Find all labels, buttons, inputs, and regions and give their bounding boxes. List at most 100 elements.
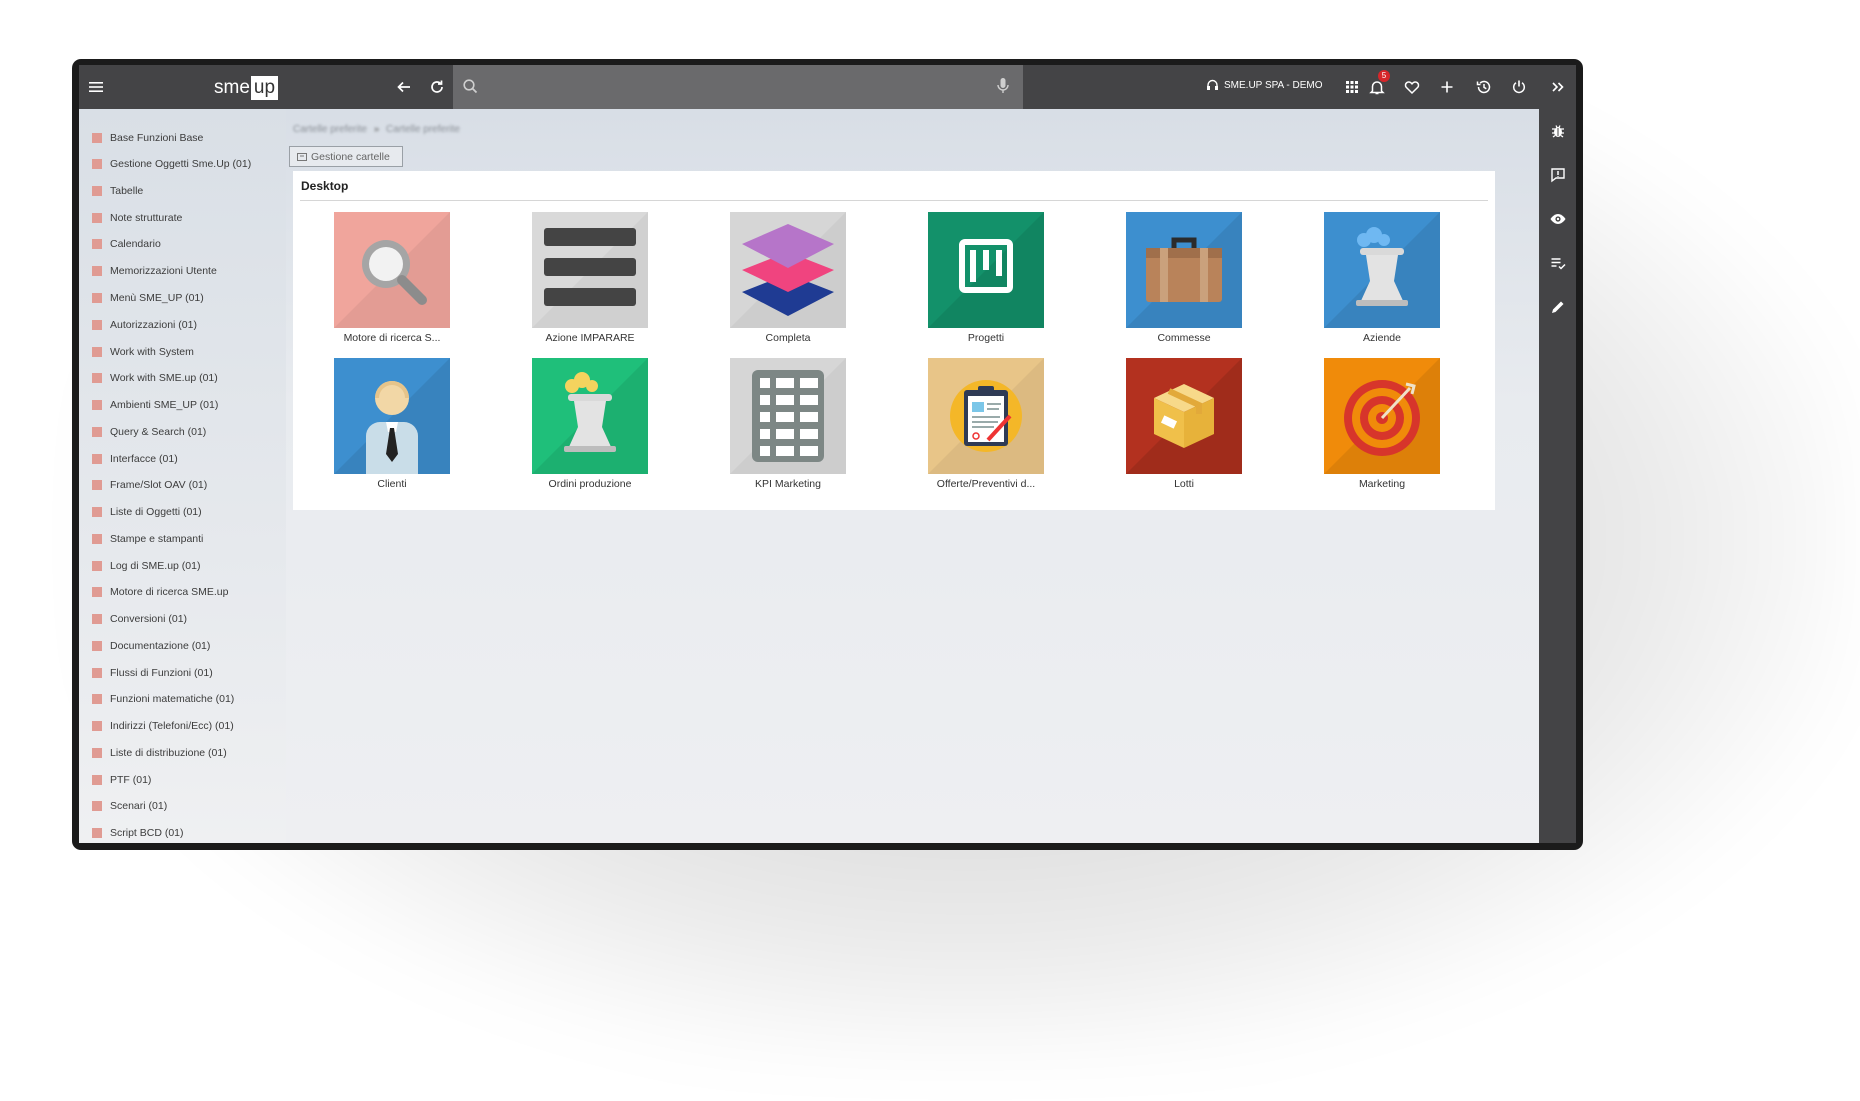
desktop-tile[interactable]: Motore di ricerca S... bbox=[307, 212, 477, 344]
tile-label: Clienti bbox=[377, 478, 407, 490]
sidebar-item[interactable]: Tabelle bbox=[92, 184, 143, 198]
sidebar-item[interactable]: Menù SME_UP (01) bbox=[92, 291, 204, 305]
folder-marker-icon bbox=[92, 561, 102, 571]
folder-marker-icon bbox=[92, 748, 102, 758]
sidebar-item[interactable]: Gestione Oggetti Sme.Up (01) bbox=[92, 157, 251, 171]
folder-marker-icon bbox=[92, 668, 102, 678]
headset-icon bbox=[1207, 79, 1218, 90]
sidebar-item[interactable]: Documentazione (01) bbox=[92, 639, 210, 653]
tile-label: Lotti bbox=[1174, 478, 1194, 490]
person-icon bbox=[334, 358, 450, 474]
folder-marker-icon bbox=[92, 427, 102, 437]
sidebar-item[interactable]: Script BCD (01) bbox=[92, 826, 184, 840]
desktop-tile[interactable]: Marketing bbox=[1297, 358, 1467, 490]
sidebar-item[interactable]: Calendario bbox=[92, 237, 161, 251]
heart-favorites-icon[interactable] bbox=[1403, 78, 1421, 96]
sidebar-item[interactable]: Work with SME.up (01) bbox=[92, 371, 218, 385]
folder-marker-icon bbox=[92, 775, 102, 785]
folder-marker-icon bbox=[92, 828, 102, 838]
panel-title: Desktop bbox=[301, 179, 349, 193]
desktop-tile[interactable]: KPI Marketing bbox=[703, 358, 873, 490]
smeup-logo[interactable]: sme up bbox=[214, 75, 279, 101]
power-icon[interactable] bbox=[1510, 78, 1528, 96]
tile-label: Completa bbox=[765, 332, 811, 344]
folder-marker-icon bbox=[92, 239, 102, 249]
checklist-icon[interactable] bbox=[1549, 254, 1567, 272]
sidebar-item[interactable]: Stampe e stampanti bbox=[92, 532, 203, 546]
pencil-edit-icon[interactable] bbox=[1549, 298, 1567, 316]
desktop-tile[interactable]: Offerte/Preventivi d... bbox=[901, 358, 1071, 490]
panel-divider bbox=[300, 200, 1488, 201]
sidebar-item[interactable]: Query & Search (01) bbox=[92, 425, 206, 439]
sidebar-item[interactable]: Flussi di Funzioni (01) bbox=[92, 666, 213, 680]
magnifier-icon bbox=[334, 212, 450, 328]
sidebar-item[interactable]: Note strutturate bbox=[92, 211, 182, 225]
folder-marker-icon bbox=[92, 801, 102, 811]
sidebar-item[interactable]: Funzioni matematiche (01) bbox=[92, 692, 234, 706]
search-input[interactable] bbox=[483, 73, 987, 103]
sidebar-item[interactable]: Motore di ricerca SME.up bbox=[92, 585, 228, 599]
breadcrumb-item[interactable]: Cartelle preferite bbox=[293, 124, 367, 135]
refresh-icon[interactable] bbox=[428, 78, 446, 96]
desktop-tile[interactable]: Commesse bbox=[1099, 212, 1269, 344]
sidebar-item[interactable]: Work with System bbox=[92, 345, 194, 359]
desktop-tile[interactable]: Azione IMPARARE bbox=[505, 212, 675, 344]
sidebar-item[interactable]: Frame/Slot OAV (01) bbox=[92, 478, 207, 492]
desktop-tile[interactable]: Aziende bbox=[1297, 212, 1467, 344]
sidebar-menu: Base Funzioni Base Gestione Oggetti Sme.… bbox=[79, 109, 286, 843]
hamburger-menu-icon[interactable] bbox=[88, 79, 104, 95]
logo-text-sme: sme bbox=[214, 77, 250, 98]
search-icon bbox=[463, 79, 478, 94]
folder-marker-icon bbox=[92, 454, 102, 464]
folder-marker-icon bbox=[92, 266, 102, 276]
sidebar-item[interactable]: Liste di distribuzione (01) bbox=[92, 746, 227, 760]
desktop-tile[interactable]: Lotti bbox=[1099, 358, 1269, 490]
sidebar-item[interactable]: Scenari (01) bbox=[92, 799, 167, 813]
breadcrumb-item[interactable]: Cartelle preferite bbox=[386, 124, 460, 135]
production-icon bbox=[532, 358, 648, 474]
search-bar bbox=[453, 65, 1023, 109]
sidebar-item[interactable]: Liste di Oggetti (01) bbox=[92, 505, 202, 519]
plus-icon[interactable] bbox=[1438, 78, 1456, 96]
manage-folders-button[interactable]: Gestione cartelle bbox=[289, 146, 403, 167]
folder-marker-icon bbox=[92, 614, 102, 624]
sidebar-item[interactable]: Ambienti SME_UP (01) bbox=[92, 398, 218, 412]
bug-icon[interactable] bbox=[1549, 122, 1567, 140]
top-bar: sme up SME.UP SPA - DEMO 5 bbox=[79, 65, 1539, 109]
box-icon bbox=[1126, 358, 1242, 474]
eye-icon[interactable] bbox=[1549, 210, 1567, 228]
sidebar-item[interactable]: Autorizzazioni (01) bbox=[92, 318, 197, 332]
sidebar-item[interactable]: Base Funzioni Base bbox=[92, 131, 203, 145]
desktop-tile[interactable]: Ordini produzione bbox=[505, 358, 675, 490]
main-content: Cartelle preferite » Cartelle preferite … bbox=[286, 109, 1539, 843]
folder-marker-icon bbox=[92, 507, 102, 517]
desktop-panel: Desktop Motore di ricerca S... Azione IM… bbox=[293, 171, 1495, 510]
double-chevron-right-icon[interactable] bbox=[1549, 78, 1567, 96]
tile-label: Motore di ricerca S... bbox=[343, 332, 441, 344]
sidebar-item[interactable]: Indirizzi (Telefoni/Ecc) (01) bbox=[92, 719, 234, 733]
sidebar-item[interactable]: Memorizzazioni Utente bbox=[92, 264, 217, 278]
breadcrumb: Cartelle preferite » Cartelle preferite bbox=[293, 124, 460, 135]
folder-marker-icon bbox=[92, 186, 102, 196]
spreadsheet-icon bbox=[730, 358, 846, 474]
feedback-icon[interactable] bbox=[1549, 166, 1567, 184]
apps-grid-icon[interactable] bbox=[1343, 78, 1361, 96]
sidebar-item[interactable]: PTF (01) bbox=[92, 773, 151, 787]
desktop-tile[interactable]: Clienti bbox=[307, 358, 477, 490]
microphone-icon[interactable] bbox=[995, 77, 1011, 95]
folder-marker-icon bbox=[92, 641, 102, 651]
sidebar-item[interactable]: Conversioni (01) bbox=[92, 612, 187, 626]
folder-marker-icon bbox=[92, 400, 102, 410]
factory-icon bbox=[1324, 212, 1440, 328]
desktop-tile[interactable]: Completa bbox=[703, 212, 873, 344]
back-arrow-icon[interactable] bbox=[395, 78, 413, 96]
sidebar-item[interactable]: Interfacce (01) bbox=[92, 452, 178, 466]
app-window: sme up SME.UP SPA - DEMO 5 Base Funzioni… bbox=[79, 65, 1576, 843]
folder-marker-icon bbox=[92, 694, 102, 704]
sidebar-item[interactable]: Log di SME.up (01) bbox=[92, 559, 200, 573]
list-bars-icon bbox=[532, 212, 648, 328]
history-icon[interactable] bbox=[1475, 78, 1493, 96]
desktop-tile[interactable]: Progetti bbox=[901, 212, 1071, 344]
company-selector[interactable]: SME.UP SPA - DEMO bbox=[1206, 79, 1323, 91]
briefcase-icon bbox=[1126, 212, 1242, 328]
